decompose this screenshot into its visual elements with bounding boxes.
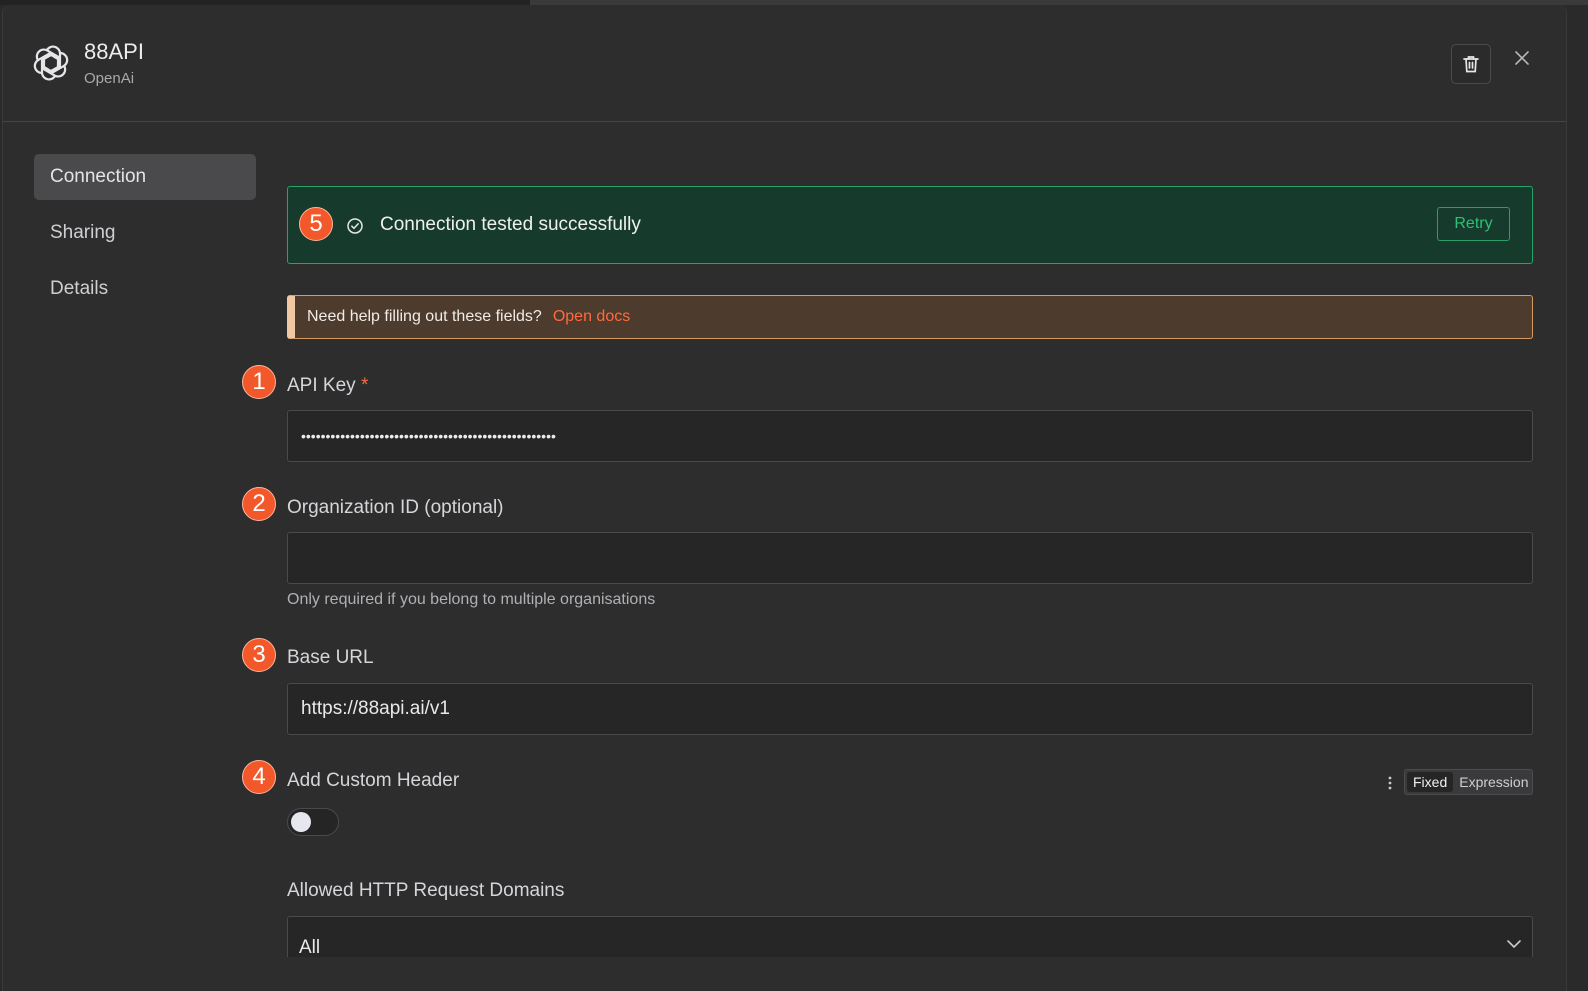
organization-id-input[interactable] (287, 532, 1533, 584)
open-docs-link[interactable]: Open docs (553, 308, 630, 326)
required-mark: * (360, 375, 369, 396)
custom-header-switch[interactable] (287, 808, 339, 836)
credential-title: 88API (84, 39, 144, 64)
fixed-expression-toggle: Fixed Expression (1404, 769, 1533, 795)
step-badge: 4 (242, 760, 276, 794)
sidebar-item-details[interactable]: Details (34, 266, 256, 312)
close-icon (1515, 51, 1529, 65)
connection-success-banner: 5 Connection tested successfully Retry (287, 186, 1533, 264)
modal-header: 88API OpenAi (3, 5, 1566, 122)
sidebar-item-connection[interactable]: Connection (34, 154, 256, 200)
delete-credential-button[interactable] (1451, 44, 1491, 84)
modal-bottom (3, 957, 1566, 991)
step-badge: 2 (242, 487, 276, 521)
base-url-input[interactable]: https://88api.ai/v1 (287, 683, 1533, 735)
success-message: Connection tested successfully (380, 214, 641, 235)
options-menu-icon[interactable] (1384, 773, 1396, 793)
allowed-domains-label: Allowed HTTP Request Domains (287, 880, 565, 901)
step-badge: 5 (299, 207, 333, 241)
close-button[interactable] (1509, 45, 1535, 71)
sidebar-item-sharing[interactable]: Sharing (34, 210, 256, 256)
step-badge: 3 (242, 638, 276, 672)
retry-button[interactable]: Retry (1437, 207, 1510, 241)
step-badge: 1 (242, 365, 276, 399)
mode-fixed[interactable]: Fixed (1407, 772, 1454, 792)
base-url-label: Base URL (287, 647, 374, 668)
openai-logo-icon (33, 45, 69, 81)
organization-id-hint: Only required if you belong to multiple … (287, 591, 656, 608)
api-key-label-text: API Key (287, 375, 356, 396)
help-text: Need help filling out these fields? (307, 308, 542, 325)
allowed-domains-value: All (299, 937, 321, 958)
switch-knob (291, 812, 311, 832)
help-banner: Need help filling out these fields? Open… (287, 295, 1533, 339)
api-key-label: API Key * (287, 375, 368, 397)
credential-modal: 88API OpenAi Connection Sharing Details … (2, 5, 1567, 991)
organization-id-label: Organization ID (optional) (287, 497, 504, 518)
api-key-input[interactable]: ••••••••••••••••••••••••••••••••••••••••… (287, 410, 1533, 462)
credential-type: OpenAi (84, 70, 135, 87)
check-circle-icon (347, 218, 363, 234)
chevron-down-icon (1507, 940, 1521, 948)
modal-sidebar: Connection Sharing Details (34, 154, 256, 322)
custom-header-label: Add Custom Header (287, 770, 460, 791)
mode-expression[interactable]: Expression (1453, 772, 1534, 792)
trash-icon (1463, 56, 1479, 73)
